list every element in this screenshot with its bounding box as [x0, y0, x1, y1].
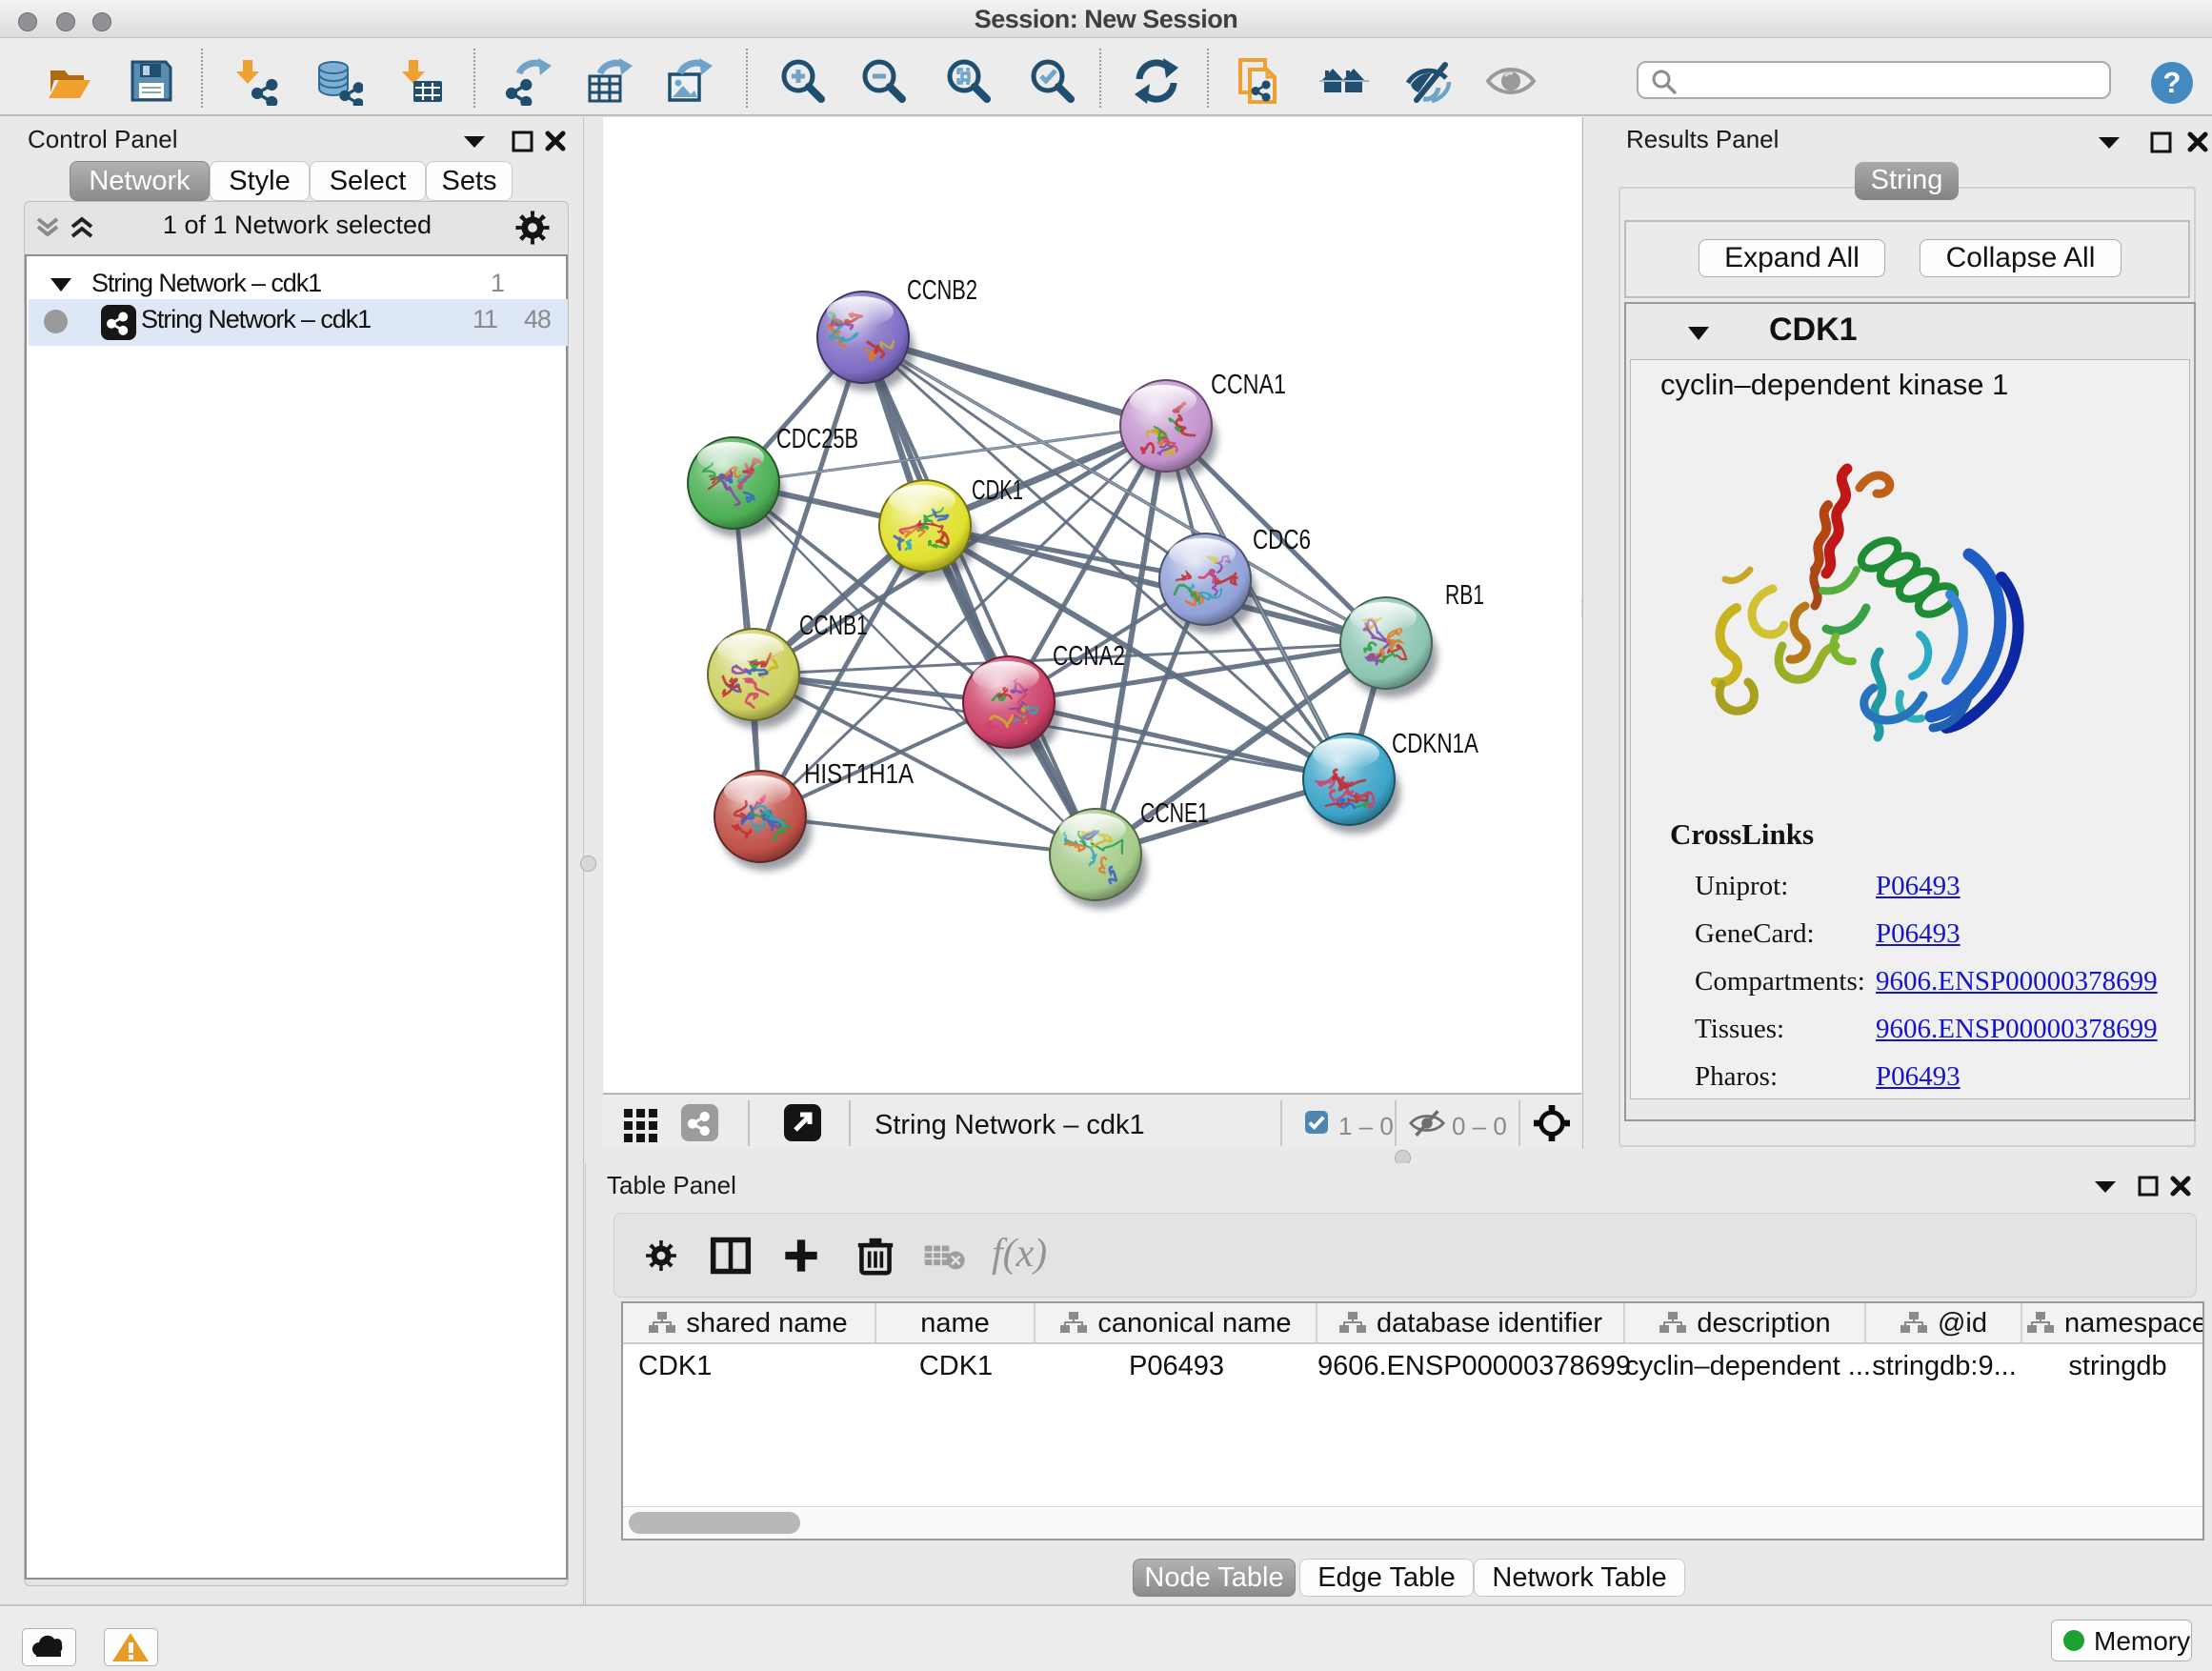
- svg-text:CCNB2: CCNB2: [907, 275, 977, 306]
- svg-text:CCNE1: CCNE1: [1140, 798, 1209, 829]
- svg-text:HIST1H1A: HIST1H1A: [804, 759, 915, 790]
- svg-text:CDC6: CDC6: [1253, 525, 1311, 555]
- svg-text:CCNA2: CCNA2: [1053, 641, 1125, 672]
- svg-text:CDK1: CDK1: [972, 475, 1023, 506]
- svg-text:CCNB1: CCNB1: [799, 611, 868, 641]
- svg-text:RB1: RB1: [1445, 580, 1484, 611]
- svg-text:CCNA1: CCNA1: [1211, 370, 1286, 400]
- svg-text:CDC25B: CDC25B: [776, 424, 858, 454]
- svg-text:CDKN1A: CDKN1A: [1392, 729, 1478, 759]
